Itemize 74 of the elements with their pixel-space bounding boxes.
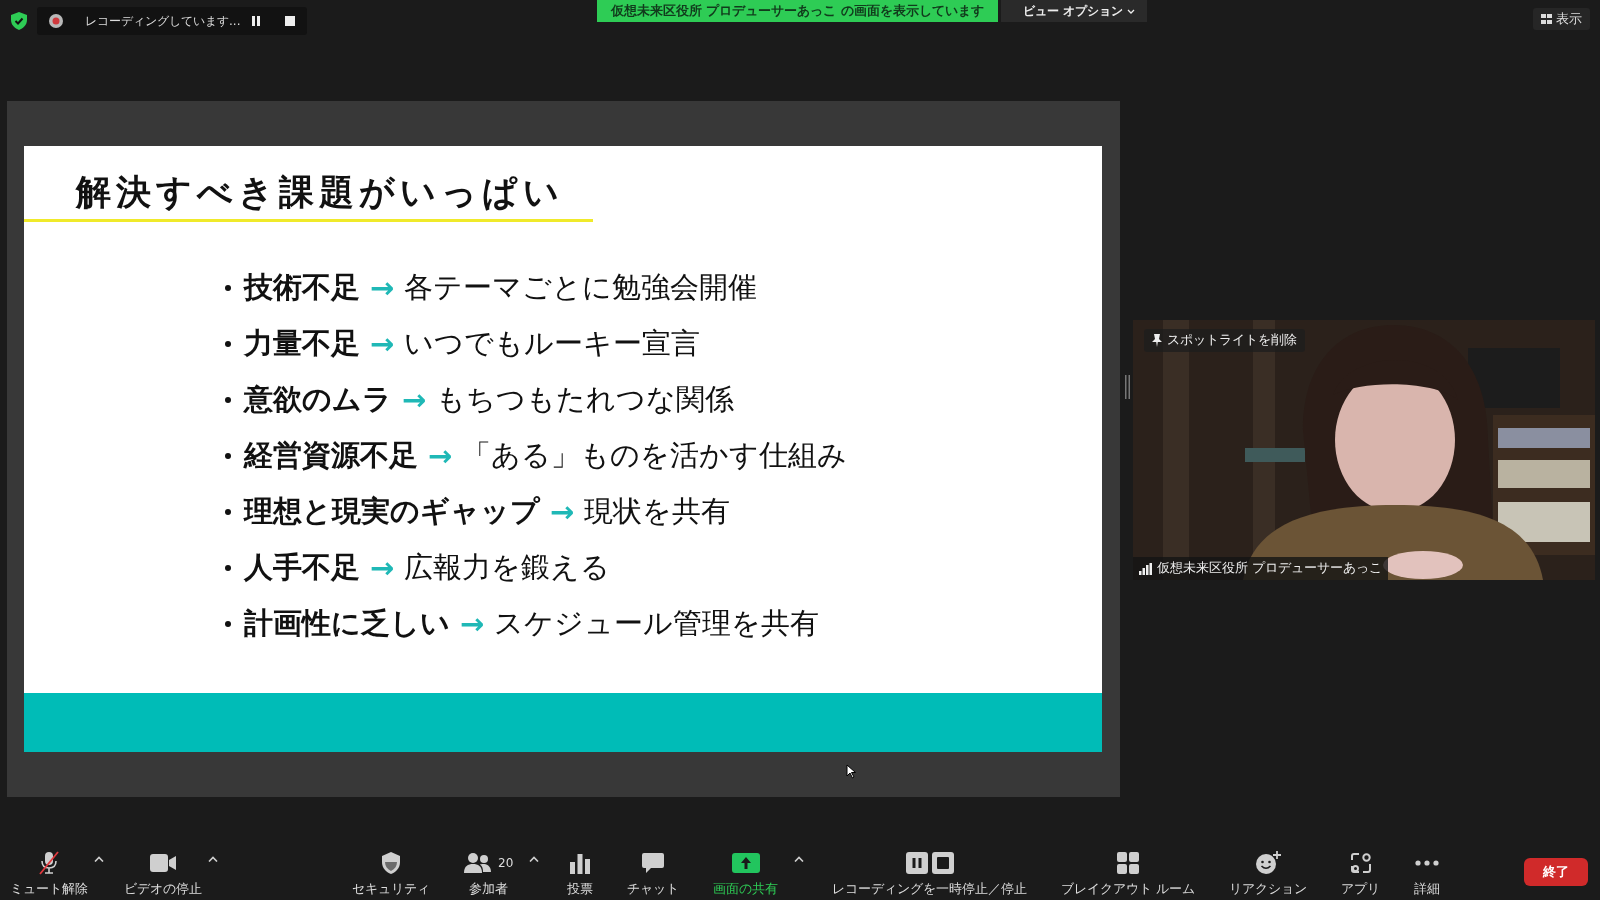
bullet-icon xyxy=(225,285,231,291)
apps-button[interactable]: アプリ xyxy=(1335,840,1387,898)
caret-icon[interactable] xyxy=(208,856,218,862)
solution-text: スケジュール管理を共有 xyxy=(494,605,820,642)
bar-chart-icon xyxy=(570,852,591,874)
security-button[interactable]: セキュリティ xyxy=(346,840,436,898)
recording-status: レコーディングしています... xyxy=(85,12,242,30)
pin-icon xyxy=(1152,334,1162,347)
apps-icon xyxy=(1349,852,1372,874)
people-icon xyxy=(464,852,492,874)
breakout-button[interactable]: ブレイクアウト ルーム xyxy=(1055,840,1202,898)
view-button[interactable]: 表示 xyxy=(1533,8,1590,30)
remove-spotlight-button[interactable]: スポットライトを削除 xyxy=(1144,329,1305,352)
end-meeting-button[interactable]: 終了 xyxy=(1524,858,1588,886)
issue-term: 力量不足 xyxy=(244,325,360,362)
participants-button[interactable]: 20 参加者 xyxy=(458,840,520,898)
solution-text: 現状を共有 xyxy=(584,493,731,530)
share-button[interactable]: 画面の共有 xyxy=(707,840,785,898)
solution-text: 広報力を鍛える xyxy=(404,549,611,586)
solution-text: もちつもたれつな関係 xyxy=(436,381,735,418)
caret-icon[interactable] xyxy=(94,856,104,862)
solution-text: 各テーマごとに勉強会開催 xyxy=(404,269,758,306)
smiley-plus-icon xyxy=(1255,851,1282,875)
solution-text: 「ある」ものを活かす仕組み xyxy=(462,437,848,474)
share-screen-icon xyxy=(731,853,760,873)
arrow-sign: → xyxy=(428,439,453,473)
issue-term: 意欲のムラ xyxy=(244,381,392,418)
grid-icon xyxy=(1117,852,1140,874)
arrow-sign: → xyxy=(460,607,485,641)
arrow-sign: → xyxy=(370,551,395,585)
pause-stop-icon xyxy=(905,852,954,874)
more-button[interactable]: 詳細 xyxy=(1408,840,1447,898)
arrow-sign: → xyxy=(402,383,427,417)
cursor-icon xyxy=(846,764,856,779)
pause-icon[interactable] xyxy=(251,16,261,26)
signal-icon xyxy=(1139,562,1152,575)
recording-button[interactable]: レコーディングを一時停止／停止 xyxy=(826,840,1034,898)
bullet-icon xyxy=(225,453,231,459)
chevron-icon xyxy=(1126,8,1135,14)
shield-check-icon[interactable] xyxy=(11,12,27,30)
issue-term: 経営資源不足 xyxy=(244,437,418,474)
video-camera-icon xyxy=(150,854,176,872)
stop-video-button[interactable]: ビデオの停止 xyxy=(118,840,208,898)
issue-term: 人手不足 xyxy=(244,549,360,586)
grid-icon xyxy=(1541,14,1552,24)
arrow-sign: → xyxy=(550,495,575,529)
resize-handle-icon[interactable] xyxy=(1125,375,1130,399)
polls-button[interactable]: 投票 xyxy=(561,840,600,898)
unmute-button[interactable]: ミュート解除 xyxy=(4,840,94,898)
chat-button[interactable]: チャット xyxy=(621,840,686,898)
solution-text: いつでもルーキー宣言 xyxy=(404,325,701,362)
participant-name: 仮想未来区役所 プロデューサーあっこ xyxy=(1157,560,1382,577)
more-icon xyxy=(1415,860,1440,866)
record-icon xyxy=(49,14,63,28)
bullet-icon xyxy=(225,565,231,571)
issue-term: 計画性に乏しい xyxy=(244,605,450,642)
muted-mic-icon xyxy=(37,851,61,875)
bullet-icon xyxy=(225,621,231,627)
issue-term: 技術不足 xyxy=(244,269,360,306)
arrow-sign: → xyxy=(370,271,395,305)
issue-term: 理想と現実のギャップ xyxy=(244,493,540,530)
bullet-icon xyxy=(225,341,231,347)
bullet-icon xyxy=(225,509,231,515)
shield-icon xyxy=(380,851,402,875)
chat-bubble-icon xyxy=(641,852,666,874)
caret-icon[interactable] xyxy=(794,856,805,862)
caret-icon[interactable] xyxy=(529,856,540,862)
sharing-banner: 仮想未来区役所 プロデューサーあっこ の画面を表示しています xyxy=(597,0,998,22)
bullet-icon xyxy=(225,397,231,403)
arrow-sign: → xyxy=(370,327,395,361)
reactions-button[interactable]: リアクション xyxy=(1223,840,1314,898)
view-options-button[interactable]: ビュー オプション xyxy=(1000,0,1147,22)
participant-count: 20 xyxy=(498,856,514,870)
slide-title: 解決すべき課題がいっぱい xyxy=(24,168,593,222)
